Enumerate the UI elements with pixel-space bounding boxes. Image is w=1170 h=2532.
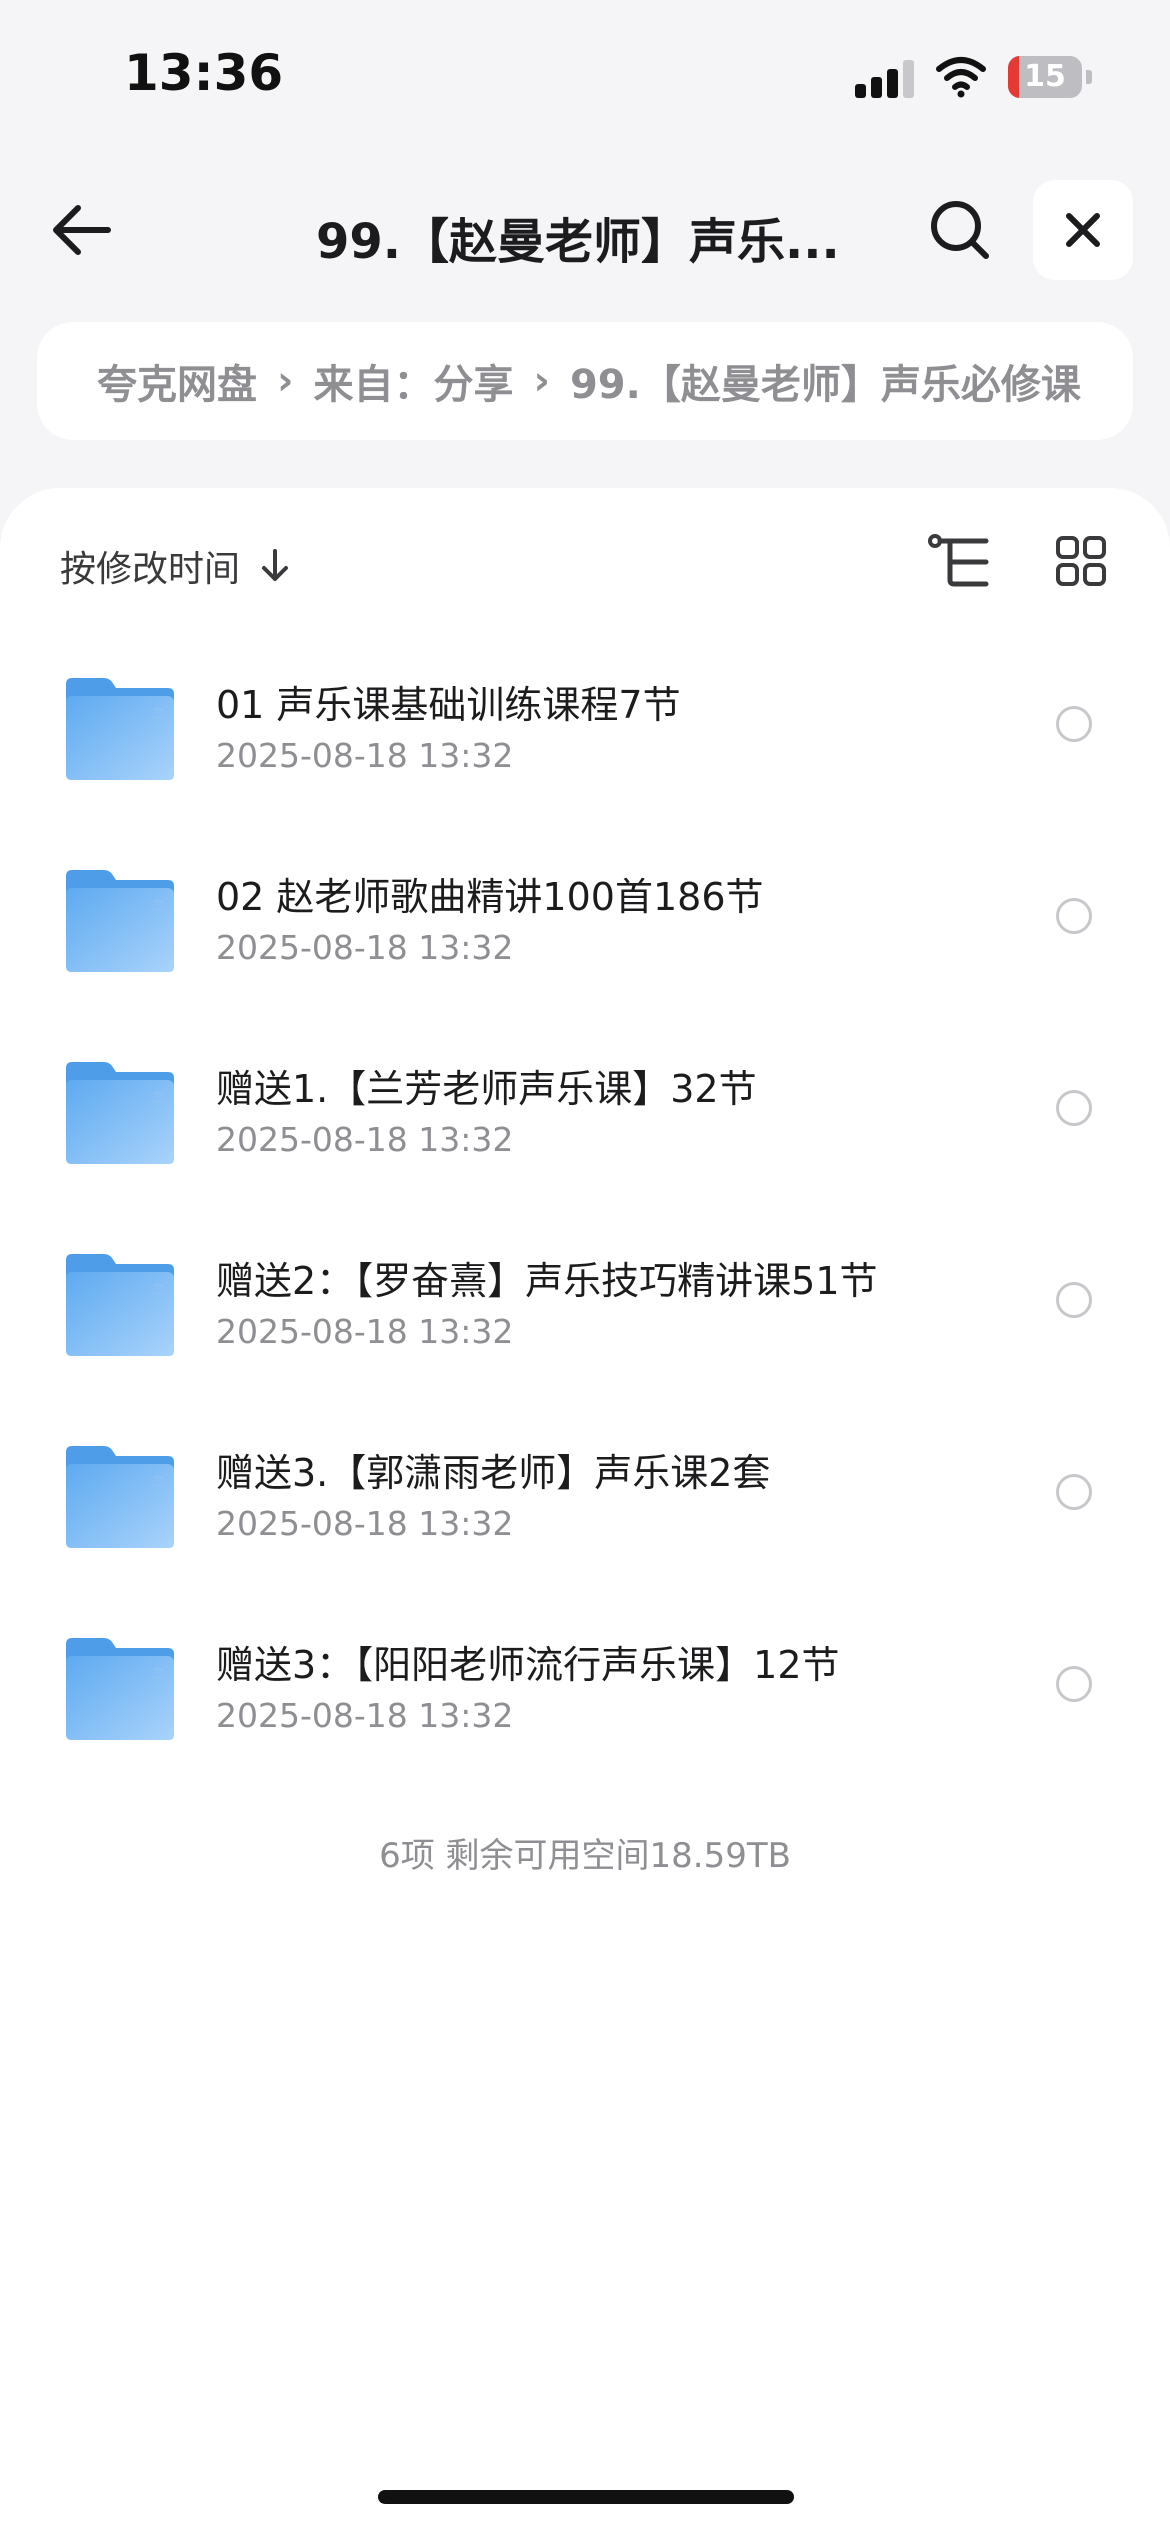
sort-label: 按修改时间 — [60, 549, 241, 590]
file-name: 02 赵老师歌曲精讲100首186节 — [216, 875, 764, 919]
close-icon — [1066, 213, 1100, 247]
list-item[interactable]: 02 赵老师歌曲精讲100首186节 2025-08-18 13:32 — [0, 832, 1170, 1024]
file-date: 2025-08-18 13:32 — [216, 1120, 514, 1159]
list-item[interactable]: 01 声乐课基础训练课程7节 2025-08-18 13:32 — [0, 640, 1170, 832]
select-radio[interactable] — [1056, 706, 1092, 742]
tree-view-icon — [928, 534, 989, 587]
file-name: 赠送3.【郭潇雨老师】声乐课2套 — [216, 1451, 771, 1495]
sort-button[interactable]: 按修改时间 — [60, 536, 290, 596]
home-indicator[interactable] — [378, 2490, 794, 2504]
list-item[interactable]: 赠送3.【郭潇雨老师】声乐课2套 2025-08-18 13:32 — [0, 1408, 1170, 1600]
folder-icon — [66, 870, 174, 972]
arrow-left-icon — [53, 205, 111, 255]
chevron-right-icon: › — [533, 358, 550, 404]
back-button[interactable] — [40, 190, 120, 270]
list-item[interactable]: 赠送1.【兰芳老师声乐课】32节 2025-08-18 13:32 — [0, 1024, 1170, 1216]
file-name: 赠送3：【阳阳老师流行声乐课】12节 — [216, 1643, 840, 1687]
list-item[interactable]: 赠送2：【罗奋熹】声乐技巧精讲课51节 2025-08-18 13:32 — [0, 1216, 1170, 1408]
file-list: 01 声乐课基础训练课程7节 2025-08-18 13:32 02 赵老师歌曲… — [0, 640, 1170, 1792]
select-radio[interactable] — [1056, 1282, 1092, 1318]
status-time: 13:36 — [124, 44, 284, 102]
status-bar: 13:36 15 — [0, 0, 1170, 150]
breadcrumb-item-share[interactable]: 来自：分享 — [313, 352, 513, 410]
battery-level-text: 15 — [1024, 59, 1066, 94]
file-date: 2025-08-18 13:32 — [216, 928, 514, 967]
select-radio[interactable] — [1056, 898, 1092, 934]
storage-summary: 6项 剩余可用空间18.59TB — [379, 1836, 791, 1876]
file-name: 赠送2：【罗奋熹】声乐技巧精讲课51节 — [216, 1259, 878, 1303]
select-radio[interactable] — [1056, 1090, 1092, 1126]
breadcrumb-item-root[interactable]: 夸克网盘 — [97, 352, 257, 410]
grid-view-button[interactable] — [1046, 526, 1116, 596]
cellular-signal-icon — [855, 58, 915, 98]
folder-icon — [66, 1638, 174, 1740]
arrow-down-icon — [262, 549, 289, 581]
page-title: 99.【赵曼老师】声乐... — [316, 214, 840, 270]
tree-view-button[interactable] — [924, 526, 994, 596]
list-item[interactable]: 赠送3：【阳阳老师流行声乐课】12节 2025-08-18 13:32 — [0, 1600, 1170, 1792]
file-date: 2025-08-18 13:32 — [216, 1504, 514, 1543]
search-button[interactable] — [920, 190, 1000, 270]
battery-icon: 15 — [1008, 56, 1092, 98]
grid-view-icon — [1056, 536, 1106, 586]
file-name: 赠送1.【兰芳老师声乐课】32节 — [216, 1067, 757, 1111]
file-name: 01 声乐课基础训练课程7节 — [216, 683, 681, 727]
breadcrumb-item-current[interactable]: 99.【赵曼老师】声乐必修课 — [570, 352, 1081, 410]
navigation-bar: 99.【赵曼老师】声乐... — [0, 170, 1170, 290]
chevron-right-icon: › — [277, 358, 294, 404]
folder-icon — [66, 1254, 174, 1356]
folder-icon — [66, 1446, 174, 1548]
select-radio[interactable] — [1056, 1666, 1092, 1702]
file-list-panel: 按修改时间 01 声乐课基础训练课程7节 2025-08-18 13:32 02… — [0, 488, 1170, 2532]
file-date: 2025-08-18 13:32 — [216, 736, 514, 775]
wifi-icon — [936, 54, 986, 98]
search-icon — [931, 201, 989, 259]
file-date: 2025-08-18 13:32 — [216, 1312, 514, 1351]
file-date: 2025-08-18 13:32 — [216, 1696, 514, 1735]
breadcrumb: 夸克网盘 › 来自：分享 › 99.【赵曼老师】声乐必修课 — [37, 322, 1133, 440]
folder-icon — [66, 1062, 174, 1164]
folder-icon — [66, 678, 174, 780]
close-button[interactable] — [1033, 180, 1133, 280]
select-radio[interactable] — [1056, 1474, 1092, 1510]
